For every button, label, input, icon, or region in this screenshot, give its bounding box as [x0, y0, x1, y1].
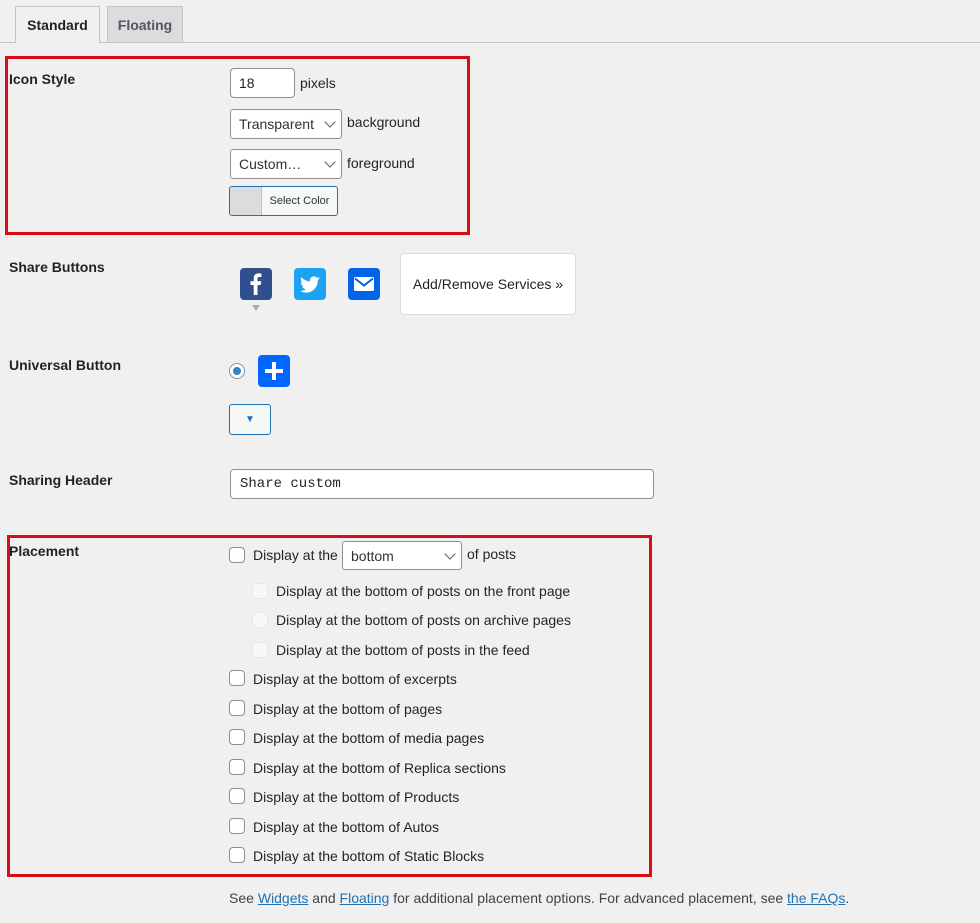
- select-color-button[interactable]: Select Color: [229, 186, 338, 216]
- chevron-down-icon: [324, 156, 336, 168]
- placement-static-blocks-checkbox[interactable]: [229, 847, 245, 863]
- placement-media-label: Display at the bottom of media pages: [253, 730, 485, 746]
- color-swatch: [230, 187, 262, 215]
- email-icon[interactable]: [348, 268, 380, 300]
- universal-options-button[interactable]: ▼: [229, 404, 271, 435]
- placement-autos-checkbox[interactable]: [229, 818, 245, 834]
- placement-products-checkbox[interactable]: [229, 788, 245, 804]
- tab-floating[interactable]: Floating: [107, 6, 183, 42]
- footer-middle-text: for additional placement options. For ad…: [393, 890, 784, 906]
- placement-archive-label: Display at the bottom of posts on archiv…: [276, 612, 571, 628]
- foreground-select[interactable]: Custom…: [230, 149, 342, 179]
- placement-products-label: Display at the bottom of Products: [253, 789, 460, 805]
- drag-handle-icon[interactable]: [252, 305, 260, 311]
- placement-front-page-checkbox[interactable]: [252, 583, 268, 599]
- placement-posts-checkbox[interactable]: [229, 547, 245, 563]
- floating-link[interactable]: Floating: [340, 890, 390, 906]
- placement-label: Placement: [9, 543, 80, 559]
- placement-replica-label: Display at the bottom of Replica section…: [253, 760, 506, 776]
- twitter-icon[interactable]: [294, 268, 326, 300]
- position-select[interactable]: bottom: [342, 541, 462, 570]
- position-select-value: bottom: [351, 547, 394, 564]
- universal-button-label: Universal Button: [9, 357, 122, 373]
- select-color-label: Select Color: [269, 195, 330, 207]
- display-at-suffix: of posts: [467, 546, 517, 562]
- sharing-header-input[interactable]: [230, 469, 654, 499]
- placement-archive-checkbox[interactable]: [252, 612, 268, 628]
- tab-standard[interactable]: Standard: [15, 6, 100, 43]
- foreground-label: foreground: [347, 155, 415, 171]
- placement-feed-label: Display at the bottom of posts in the fe…: [276, 642, 530, 658]
- sharing-header-label: Sharing Header: [9, 472, 113, 488]
- placement-feed-checkbox[interactable]: [252, 642, 268, 658]
- icon-size-input[interactable]: [230, 68, 295, 98]
- background-select-value: Transparent: [239, 116, 314, 132]
- placement-autos-label: Display at the bottom of Autos: [253, 819, 439, 835]
- universal-button-radio[interactable]: [229, 363, 245, 379]
- tab-bar: Standard Floating: [0, 0, 980, 43]
- add-remove-services-button[interactable]: Add/Remove Services »: [400, 253, 576, 315]
- chevron-down-icon: [444, 547, 456, 560]
- plus-icon: [258, 355, 290, 387]
- widgets-link[interactable]: Widgets: [258, 890, 309, 906]
- placement-excerpts-checkbox[interactable]: [229, 670, 245, 686]
- chevron-down-icon: [324, 116, 336, 128]
- placement-pages-checkbox[interactable]: [229, 700, 245, 716]
- display-at-prefix: Display at the: [253, 547, 338, 563]
- icon-style-label: Icon Style: [9, 71, 76, 87]
- placement-front-page-label: Display at the bottom of posts on the fr…: [276, 583, 571, 599]
- share-buttons-label: Share Buttons: [9, 259, 105, 275]
- placement-static-blocks-label: Display at the bottom of Static Blocks: [253, 848, 485, 864]
- placement-excerpts-label: Display at the bottom of excerpts: [253, 671, 457, 687]
- background-label: background: [347, 114, 421, 130]
- placement-pages-label: Display at the bottom of pages: [253, 701, 443, 717]
- facebook-icon[interactable]: [240, 268, 272, 300]
- background-select[interactable]: Transparent: [230, 109, 342, 139]
- foreground-select-value: Custom…: [239, 156, 302, 172]
- footer-end-text: .: [845, 890, 850, 906]
- placement-replica-checkbox[interactable]: [229, 759, 245, 775]
- faqs-link[interactable]: the FAQs: [787, 890, 845, 906]
- placement-footer-note: See Widgets and Floating for additional …: [229, 890, 849, 906]
- footer-and-text: and: [312, 890, 336, 906]
- footer-see-text: See: [229, 890, 254, 906]
- icon-size-unit: pixels: [300, 75, 336, 91]
- placement-media-checkbox[interactable]: [229, 729, 245, 745]
